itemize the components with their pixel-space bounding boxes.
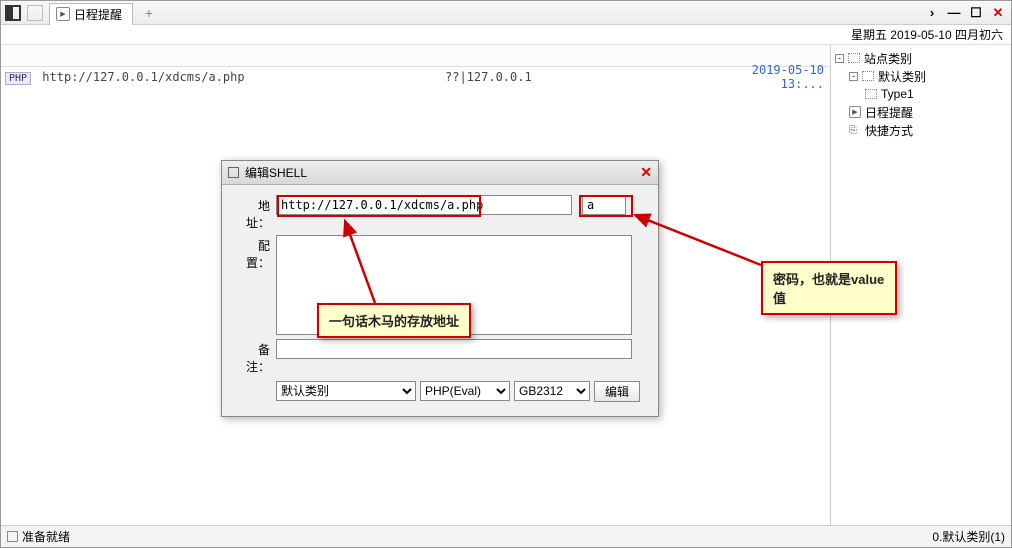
collapse-icon[interactable]: -	[849, 72, 858, 81]
folder-icon	[862, 71, 874, 81]
dialog-icon	[228, 167, 239, 178]
row-ip: ??|127.0.0.1	[445, 70, 725, 84]
tree-label: 日程提醒	[865, 104, 913, 121]
minimize-button[interactable]: —	[945, 5, 963, 21]
config-label: 配置：	[236, 235, 276, 271]
play-icon: ▶	[56, 7, 70, 21]
new-tab-button[interactable]: +	[139, 5, 159, 21]
tree-schedule[interactable]: 日程提醒	[835, 103, 1007, 121]
tab-schedule[interactable]: ▶ 日程提醒	[49, 3, 133, 25]
dialog-titlebar[interactable]: 编辑SHELL ✕	[222, 161, 658, 185]
shell-list-row[interactable]: PHP http://127.0.0.1/xdcms/a.php ??|127.…	[1, 67, 830, 87]
statusbar: 准备就绪 0.默认类别(1)	[1, 525, 1011, 547]
collapse-icon[interactable]: -	[835, 54, 844, 63]
list-header	[1, 45, 830, 67]
password-input[interactable]	[582, 195, 626, 215]
status-icon	[7, 531, 18, 542]
maximize-button[interactable]: ☐	[967, 5, 985, 21]
tab-label: 日程提醒	[74, 6, 122, 23]
date-bar: 星期五 2019-05-10 四月初六	[1, 25, 1011, 45]
link-icon: ⎘	[849, 125, 861, 135]
edit-button[interactable]: 编辑	[594, 381, 640, 402]
edit-shell-dialog: 编辑SHELL ✕ 地址： 配置： 备注： 默认类别	[221, 160, 659, 417]
main-content: PHP http://127.0.0.1/xdcms/a.php ??|127.…	[1, 45, 831, 525]
dialog-title: 编辑SHELL	[245, 164, 307, 181]
tree-default-category[interactable]: - 默认类别	[835, 67, 1007, 85]
row-time: 2019-05-10 13:...	[725, 63, 830, 91]
tree-label: 默认类别	[878, 68, 926, 85]
row-url: http://127.0.0.1/xdcms/a.php	[42, 70, 244, 84]
tree-shortcut[interactable]: ⎘ 快捷方式	[835, 121, 1007, 139]
tree-root-label: 站点类别	[864, 50, 912, 67]
chevron-right-icon[interactable]: ›	[923, 5, 941, 21]
status-right: 0.默认类别(1)	[932, 528, 1005, 545]
script-type-select[interactable]: PHP(Eval)	[420, 381, 510, 401]
address-annotation: 一句话木马的存放地址	[317, 303, 471, 338]
remark-input[interactable]	[276, 339, 632, 359]
folder-icon	[848, 53, 860, 63]
category-select[interactable]: 默认类别	[276, 381, 416, 401]
blank-tab-icon[interactable]	[27, 5, 43, 21]
tree-root[interactable]: - 站点类别	[835, 49, 1007, 67]
folder-icon	[865, 89, 877, 99]
charset-select[interactable]: GB2312	[514, 381, 590, 401]
address-label: 地址：	[236, 195, 276, 231]
close-button[interactable]: ✕	[989, 5, 1007, 21]
titlebar: ▶ 日程提醒 + › — ☐ ✕	[1, 1, 1011, 25]
php-badge: PHP	[5, 72, 31, 85]
tree-label: Type1	[881, 87, 914, 101]
address-input[interactable]	[276, 195, 572, 215]
app-icon	[5, 5, 21, 21]
password-annotation: 密码，也就是value值	[761, 261, 897, 315]
dialog-close-button[interactable]: ✕	[640, 164, 652, 181]
status-ready: 准备就绪	[22, 528, 70, 545]
remark-label: 备注：	[236, 339, 276, 375]
tree-type1[interactable]: Type1	[835, 85, 1007, 103]
tree-label: 快捷方式	[865, 122, 913, 139]
play-icon	[849, 106, 861, 118]
date-text: 星期五 2019-05-10 四月初六	[851, 26, 1003, 43]
